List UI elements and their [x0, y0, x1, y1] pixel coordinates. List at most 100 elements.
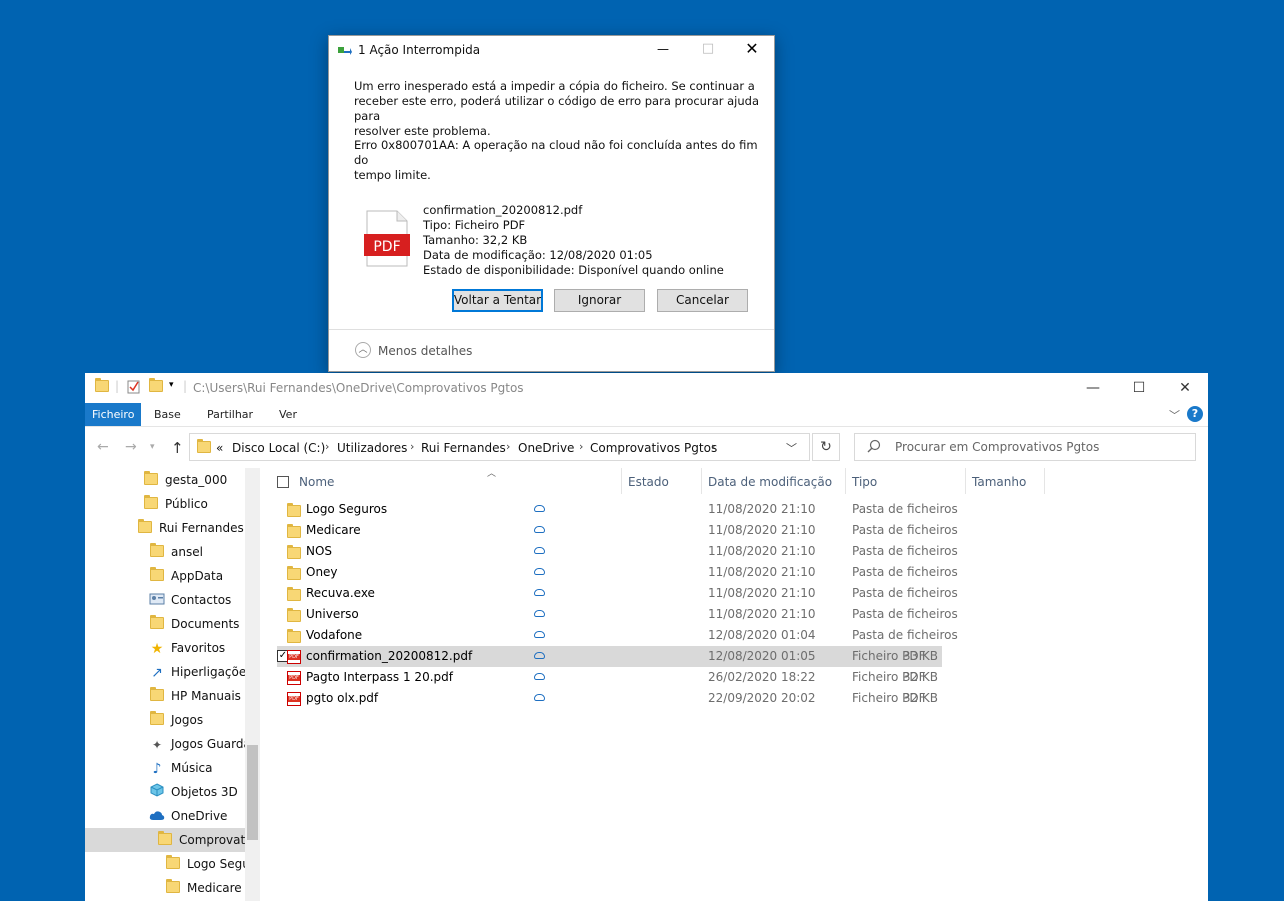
chevron-right-icon[interactable]: › — [325, 440, 329, 453]
tab-partilhar[interactable]: Partilhar — [200, 403, 260, 426]
file-size: Tamanho: 32,2 KB — [423, 233, 528, 247]
column-header-status[interactable]: Estado — [628, 468, 669, 496]
nav-item[interactable]: Rui Fernandes — [137, 516, 244, 540]
file-row[interactable]: NOS 11/08/2020 21:10 Pasta de ficheiros — [277, 541, 958, 562]
nav-item[interactable]: Comprovativ — [85, 828, 256, 852]
nav-item[interactable]: Logo Segur — [165, 852, 255, 876]
nav-item[interactable]: AppData — [149, 564, 223, 588]
file-row[interactable]: Medicare 11/08/2020 21:10 Pasta de ficheir… — [277, 520, 958, 541]
search-input[interactable]: Procurar em Comprovativos Pgtos — [854, 433, 1196, 461]
file-details: confirmation_20200812.pdf Tipo: Ficheiro… — [423, 203, 724, 278]
nav-item[interactable]: ↗ Hiperligações — [149, 660, 252, 684]
file-name: Logo Seguros — [306, 502, 388, 516]
nav-item[interactable]: ansel — [149, 540, 203, 564]
cloud-status-icon — [534, 526, 545, 533]
dialog-footer: ︿ Menos detalhes — [329, 329, 774, 372]
close-button[interactable]: ✕ — [739, 38, 765, 60]
close-button[interactable]: ✕ — [1162, 373, 1208, 403]
file-row[interactable]: ✓confirmation_20200812.pdf12/08/2020 01:… — [277, 646, 942, 667]
forward-arrow-icon[interactable]: → — [125, 439, 137, 455]
chevron-right-icon[interactable]: › — [506, 440, 510, 453]
nav-item-label: Jogos — [171, 713, 204, 727]
cloud-status-icon — [534, 547, 545, 554]
maximize-button[interactable]: ☐ — [1116, 373, 1162, 403]
minimize-button[interactable]: — — [1070, 373, 1116, 403]
breadcrumb-overflow[interactable]: « — [216, 441, 223, 455]
address-bar[interactable]: « Disco Local (C:) › Utilizadores › Rui … — [189, 433, 810, 461]
file-row[interactable]: pgto olx.pdf22/09/2020 20:02Ficheiro PDF… — [277, 688, 942, 709]
file-row[interactable]: Logo Seguros 11/08/2020 21:10 Pasta de fic… — [277, 499, 958, 520]
expand-ribbon-icon[interactable]: ﹀ — [1169, 407, 1180, 423]
file-row[interactable]: Recuva.exe 11/08/2020 21:10 Pasta de fiche… — [277, 583, 958, 604]
properties-icon[interactable] — [127, 380, 141, 394]
minimize-button[interactable]: — — [650, 38, 676, 60]
back-arrow-icon[interactable]: ← — [97, 439, 109, 455]
breadcrumb-disco-local[interactable]: Disco Local (C:) — [232, 441, 325, 455]
ignore-button[interactable]: Ignorar — [554, 289, 645, 312]
nav-item[interactable]: Objetos 3D — [149, 780, 238, 804]
scrollbar-thumb[interactable] — [247, 745, 258, 840]
nav-item-label: ansel — [171, 545, 203, 559]
nav-item-label: OneDrive — [171, 809, 228, 823]
new-folder-icon[interactable] — [149, 378, 163, 394]
breadcrumb-rui-fernandes[interactable]: Rui Fernandes — [421, 441, 506, 455]
file-row[interactable]: Universo 11/08/2020 21:10 Pasta de ficheir… — [277, 604, 958, 625]
nav-item[interactable]: ★ Favoritos — [149, 636, 225, 660]
chevron-right-icon[interactable]: › — [579, 440, 583, 453]
column-divider[interactable] — [965, 468, 966, 494]
folder-icon — [95, 378, 109, 394]
cloud-status-icon — [534, 589, 545, 596]
collapse-chevron-icon[interactable]: ︿ — [355, 342, 371, 358]
breadcrumb-utilizadores[interactable]: Utilizadores — [337, 441, 407, 455]
column-header-size[interactable]: Tamanho — [972, 468, 1026, 496]
retry-button[interactable]: Voltar a Tentar — [452, 289, 543, 312]
nav-item-label: Música — [171, 761, 213, 775]
music-icon: ♪ — [152, 760, 162, 777]
file-row[interactable]: Vodafone 12/08/2020 01:04 Pasta de ficheir… — [277, 625, 958, 646]
chevron-right-icon[interactable]: › — [711, 440, 715, 453]
nav-item[interactable]: Contactos — [149, 588, 231, 612]
column-header-type[interactable]: Tipo — [852, 468, 877, 496]
nav-item[interactable]: Documents — [149, 612, 239, 636]
nav-item[interactable]: gesta_000 — [143, 468, 227, 492]
column-header-modified[interactable]: Data de modificação — [708, 468, 832, 496]
nav-item[interactable]: OneDrive — [149, 804, 227, 828]
column-divider[interactable] — [845, 468, 846, 494]
help-icon[interactable]: ? — [1187, 406, 1203, 422]
nav-item[interactable]: HP Manuais — [149, 684, 241, 708]
column-divider[interactable] — [701, 468, 702, 494]
nav-scrollbar[interactable] — [245, 468, 260, 901]
nav-item-label: Contactos — [171, 593, 232, 607]
up-arrow-icon[interactable]: ↑ — [171, 439, 184, 457]
breadcrumb-comprovativos[interactable]: Comprovativos Pgtos — [590, 441, 717, 455]
file-row[interactable]: Pagto Interpass 1 20.pdf 26/02/2020 18:22… — [277, 667, 942, 688]
column-divider[interactable] — [621, 468, 622, 494]
file-row[interactable]: Oney 11/08/2020 21:10 Pasta de ficheiros — [277, 562, 958, 583]
file-type: Tipo: Ficheiro PDF — [423, 218, 526, 232]
file-name: Pagto Interpass 1 20.pdf — [306, 670, 453, 684]
column-header-name[interactable]: Nome — [299, 468, 334, 496]
nav-item[interactable]: Público — [143, 492, 208, 516]
select-all-checkbox[interactable] — [277, 476, 289, 488]
less-details-link[interactable]: Menos detalhes — [378, 344, 472, 358]
address-dropdown-icon[interactable]: ﹀ — [786, 440, 797, 456]
nav-item[interactable]: Jogos — [149, 708, 203, 732]
cancel-button[interactable]: Cancelar — [657, 289, 748, 312]
nav-item[interactable]: Medicare — [165, 876, 242, 900]
action-interrupted-dialog: 1 Ação Interrompida — □ ✕ Um erro inespe… — [328, 35, 775, 372]
folder-icon — [149, 613, 165, 637]
ribbon-tabs: Ficheiro Base Partilhar Ver ﹀ ? — [85, 403, 1208, 427]
tab-ver[interactable]: Ver — [272, 403, 304, 426]
recent-locations-icon[interactable]: ▾ — [150, 442, 155, 452]
tab-ficheiro[interactable]: Ficheiro — [85, 403, 142, 426]
refresh-button[interactable]: ↻ — [812, 433, 840, 461]
breadcrumb-onedrive[interactable]: OneDrive — [518, 441, 574, 455]
tab-base[interactable]: Base — [147, 403, 188, 426]
chevron-right-icon[interactable]: › — [410, 440, 414, 453]
nav-item[interactable]: ♪ Música — [149, 756, 213, 780]
column-divider[interactable] — [1044, 468, 1045, 494]
nav-item[interactable]: ✦ Jogos Guardad — [149, 732, 259, 756]
cloud-status-icon — [534, 610, 545, 617]
nav-item-label: Medicare — [187, 881, 242, 895]
customize-quick-access-icon[interactable]: ▾ — [169, 380, 174, 390]
